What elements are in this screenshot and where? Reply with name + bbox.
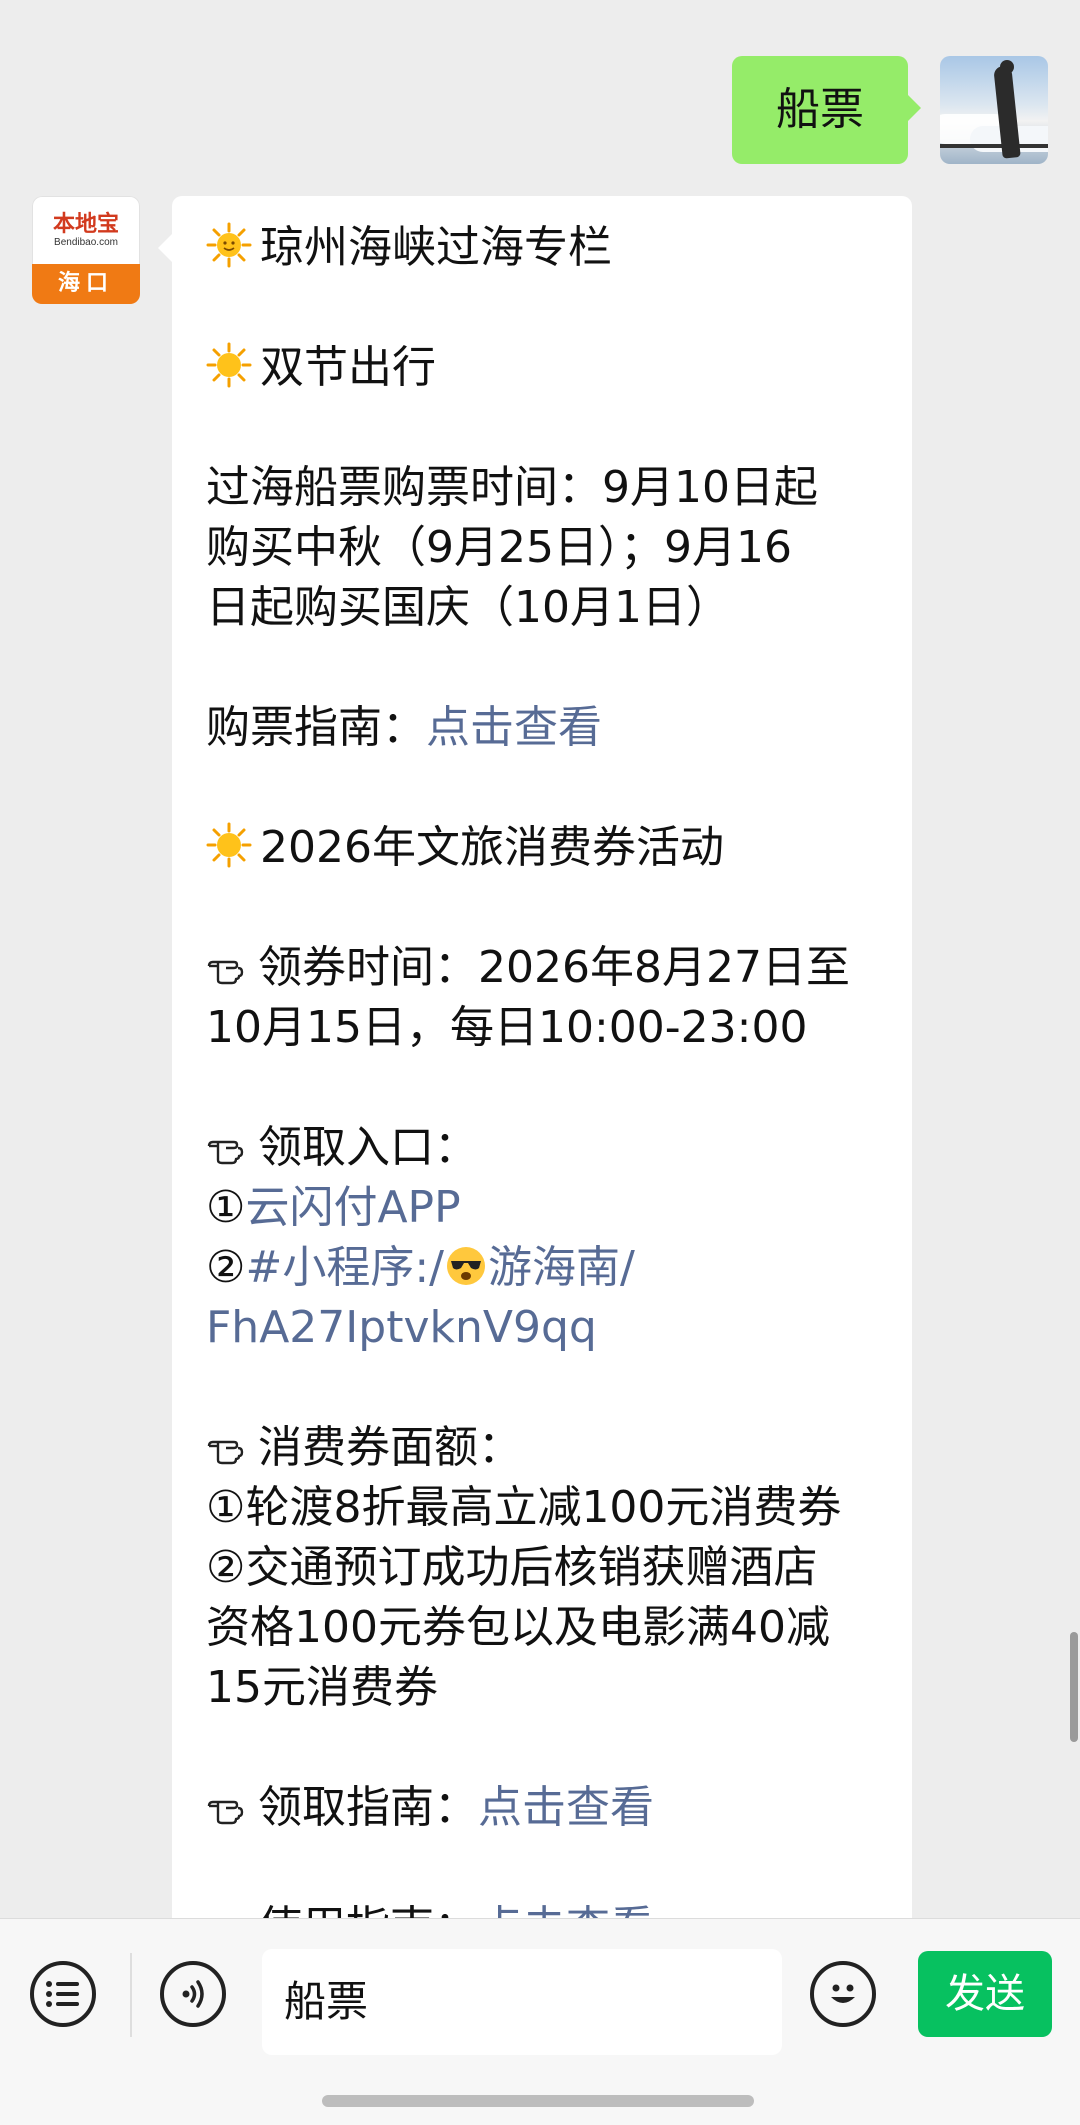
menu-list-icon <box>46 1981 79 2007</box>
sun-icon <box>206 222 252 268</box>
bar-divider <box>130 1953 132 2037</box>
scrollbar-thumb[interactable] <box>1070 1632 1078 1742</box>
entry-1-line: ①云闪付APP <box>206 1178 876 1238</box>
sun-icon <box>206 822 252 868</box>
sunglasses-face-icon <box>446 1247 485 1285</box>
outgoing-message-row: 船票 <box>732 56 1048 164</box>
ticket-guide-link[interactable]: 点击查看 <box>426 702 602 753</box>
pointing-hand-icon <box>207 1440 244 1465</box>
mini-program-link-name[interactable]: 游海南/ <box>488 1242 635 1293</box>
amount-label-line: 消费券面额： <box>206 1418 876 1478</box>
avatar-brand-text: 本地宝 <box>52 211 119 237</box>
pointing-hand-icon <box>207 960 244 985</box>
avatar-city-text: 海口 <box>32 264 140 304</box>
ticket-guide-line: 购票指南：点击查看 <box>206 698 876 758</box>
section2-title: 2026年文旅消费券活动 <box>260 822 724 873</box>
menu-list-button[interactable] <box>30 1961 96 2027</box>
amount-2-line-2: 资格100元券包以及电影满40减 <box>206 1602 830 1653</box>
ferry-time-line-1: 过海船票购票时间：9月10日起 <box>206 462 818 513</box>
claim-guide-link[interactable]: 点击查看 <box>478 1782 654 1833</box>
section1-title-line: 双节出行 <box>206 338 876 398</box>
entry-1-number: ① <box>206 1182 246 1233</box>
amount-2-line-3: 15元消费券 <box>206 1662 438 1713</box>
incoming-bubble-tail <box>158 234 172 262</box>
avatar-domain-text: Bendibao.com <box>54 237 118 248</box>
article-title-line: 琼州海峡过海专栏 <box>206 218 876 278</box>
message-input[interactable]: 船票 <box>262 1949 782 2055</box>
user-avatar[interactable] <box>940 56 1048 164</box>
bendibao-avatar[interactable]: 本地宝 Bendibao.com 海口 <box>32 196 140 304</box>
ferry-time-line-2: 购买中秋（9月25日）；9月16 <box>206 522 792 573</box>
mini-program-link-code[interactable]: FhA27IptvknV9qq <box>206 1298 876 1358</box>
voice-button[interactable] <box>160 1961 226 2027</box>
pointing-hand-icon <box>207 1800 244 1825</box>
chat-input-bar: 船票 发送 <box>0 1918 1080 2125</box>
article-title: 琼州海峡过海专栏 <box>260 222 612 273</box>
entry-label: 领取入口： <box>258 1122 478 1173</box>
outgoing-message-bubble[interactable]: 船票 <box>732 56 921 164</box>
send-button[interactable]: 发送 <box>918 1951 1052 2037</box>
pointing-hand-icon <box>207 1140 244 1165</box>
sun-icon <box>206 342 252 388</box>
emoji-icon <box>831 1984 855 2003</box>
claim-time-line-1: 领券时间：2026年8月27日至 <box>206 938 876 998</box>
claim-time-text-1: 领券时间：2026年8月27日至 <box>258 942 850 993</box>
entry-label-line: 领取入口： <box>206 1118 876 1178</box>
amount-label: 消费券面额： <box>258 1422 522 1473</box>
ferry-time-line-3: 日起购买国庆（10月1日） <box>206 582 730 633</box>
claim-time-line-2: 10月15日，每日10:00-23:00 <box>206 1002 808 1053</box>
section1-title: 双节出行 <box>260 342 436 393</box>
mini-program-link-prefix[interactable]: #小程序:/ <box>245 1242 444 1293</box>
voice-icon <box>182 1980 204 2008</box>
amount-2-line-1: ②交通预订成功后核销获赠酒店 <box>206 1542 818 1593</box>
unionpay-app-link[interactable]: 云闪付APP <box>245 1182 460 1233</box>
section2-title-line: 2026年文旅消费券活动 <box>206 818 876 878</box>
entry-2-line: ②#小程序:/ 游海南/ <box>206 1238 876 1298</box>
entry-2-number: ② <box>206 1242 246 1293</box>
ticket-guide-label: 购票指南： <box>206 702 426 753</box>
emoji-button[interactable] <box>810 1961 876 2027</box>
claim-guide-label: 领取指南： <box>258 1782 478 1833</box>
claim-guide-line: 领取指南：点击查看 <box>206 1778 876 1838</box>
incoming-message-bubble[interactable]: 琼州海峡过海专栏 双节出行 过海船票购票时间：9月10日起 购买中秋（9月25日… <box>172 196 912 1956</box>
home-indicator[interactable] <box>322 2095 754 2107</box>
amount-1-line: ①轮渡8折最高立减100元消费券 <box>206 1482 842 1533</box>
